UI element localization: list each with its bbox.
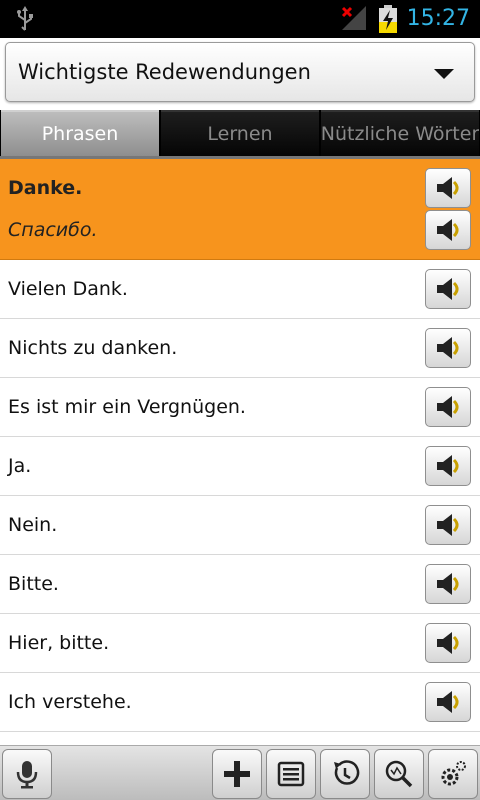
list-item[interactable]: Ich verstehe. xyxy=(0,673,480,732)
play-phrase-button[interactable] xyxy=(425,682,471,722)
list-item[interactable]: Nichts zu danken. xyxy=(0,319,480,378)
search-button[interactable] xyxy=(374,749,424,799)
add-button[interactable] xyxy=(212,749,262,799)
speaker-icon xyxy=(437,573,459,595)
phrase-text: Ja. xyxy=(8,455,32,477)
phrase-text: Vielen Dank. xyxy=(8,278,128,300)
speaker-icon xyxy=(437,337,459,359)
play-phrase-button[interactable] xyxy=(425,387,471,427)
battery-charging-icon xyxy=(379,5,397,33)
play-phrase-button[interactable] xyxy=(425,269,471,309)
play-phrase-button[interactable] xyxy=(425,446,471,486)
list-button[interactable] xyxy=(266,749,316,799)
play-phrase-button[interactable] xyxy=(425,328,471,368)
category-bar: Wichtigste Redewendungen xyxy=(0,38,480,110)
list-item[interactable]: Bitte. xyxy=(0,555,480,614)
speaker-icon xyxy=(437,455,459,477)
list-item[interactable]: Hier, bitte. xyxy=(0,614,480,673)
gear-icon xyxy=(441,761,466,786)
speaker-icon xyxy=(437,219,459,241)
microphone-icon xyxy=(16,761,38,789)
chevron-down-icon xyxy=(434,69,454,79)
phrase-translation: Спасибо. xyxy=(8,219,98,241)
clock: 15:27 xyxy=(406,6,470,31)
phrase-text: Danke. xyxy=(8,177,83,199)
tab-bar: Phrasen Lernen Nützliche Wörter xyxy=(0,110,480,158)
speaker-icon xyxy=(437,177,459,199)
list-item[interactable]: Nein. xyxy=(0,496,480,555)
search-icon xyxy=(385,760,413,788)
play-phrase-button[interactable] xyxy=(425,505,471,545)
speaker-icon xyxy=(437,396,459,418)
phrase-text: Bitte. xyxy=(8,573,59,595)
list-icon xyxy=(277,761,305,787)
speaker-icon xyxy=(437,514,459,536)
phrase-text: Ich verstehe. xyxy=(8,691,132,713)
play-translation-button[interactable] xyxy=(425,210,471,250)
category-dropdown[interactable]: Wichtigste Redewendungen xyxy=(5,42,475,102)
signal-icon xyxy=(341,6,366,30)
phrase-text: Hier, bitte. xyxy=(8,632,110,654)
play-phrase-button[interactable] xyxy=(425,564,471,604)
phrase-text: Nichts zu danken. xyxy=(8,337,178,359)
history-button[interactable] xyxy=(320,749,370,799)
list-item[interactable]: Es ist mir ein Vergnügen. xyxy=(0,378,480,437)
play-phrase-button[interactable] xyxy=(425,168,471,208)
list-item[interactable]: Ja. xyxy=(0,437,480,496)
speaker-icon xyxy=(437,278,459,300)
phrase-list[interactable]: Danke. Спасибо. Vielen Dank. Nichts zu d… xyxy=(0,159,480,745)
tab-phrasen[interactable]: Phrasen xyxy=(1,110,159,156)
phrase-text: Es ist mir ein Vergnügen. xyxy=(8,396,246,418)
status-bar: 15:27 xyxy=(0,0,480,38)
list-item-selected[interactable]: Danke. Спасибо. xyxy=(0,159,480,260)
speaker-icon xyxy=(437,691,459,713)
usb-icon xyxy=(17,6,33,31)
speaker-icon xyxy=(437,632,459,654)
tab-nuetzliche-woerter[interactable]: Nützliche Wörter xyxy=(321,110,479,156)
bottom-toolbar xyxy=(0,745,480,800)
settings-button[interactable] xyxy=(428,749,478,799)
list-item[interactable]: Vielen Dank. xyxy=(0,260,480,319)
category-dropdown-label: Wichtigste Redewendungen xyxy=(18,60,311,84)
play-phrase-button[interactable] xyxy=(425,623,471,663)
plus-icon xyxy=(224,761,250,787)
history-icon xyxy=(334,760,360,785)
microphone-button[interactable] xyxy=(2,749,52,799)
phrase-text: Nein. xyxy=(8,514,58,536)
tab-lernen[interactable]: Lernen xyxy=(161,110,319,156)
